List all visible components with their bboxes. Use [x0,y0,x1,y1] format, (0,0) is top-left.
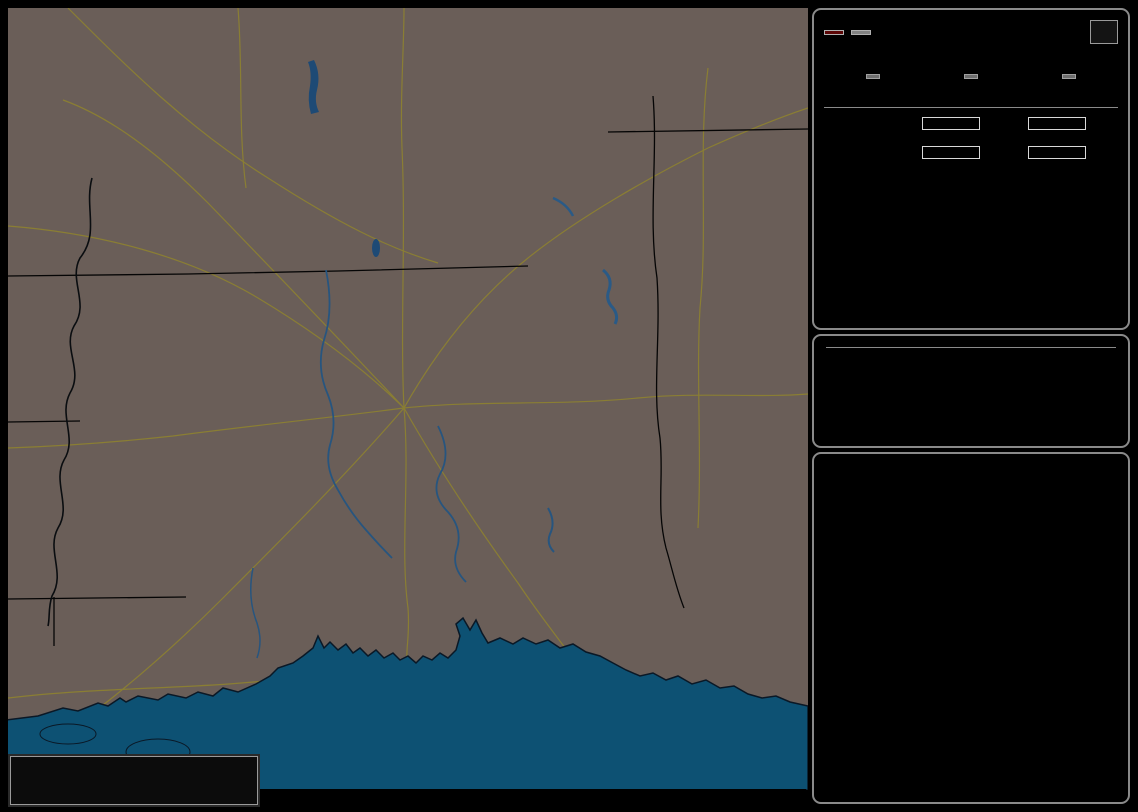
cg-neg-bar [1028,117,1086,130]
clock-panel [812,334,1130,448]
bearing-display [1090,20,1118,44]
distribution-title [824,104,1118,108]
noises-column [1020,66,1118,88]
strikes-per-min-button[interactable] [866,74,880,79]
map-legend [10,756,258,805]
app-window: { "header": { "strike_label": "STRIKE", … [0,0,1138,812]
counters-panel [812,8,1130,330]
stats-panel [812,452,1130,804]
noise-button[interactable] [851,29,871,35]
intracloud-row [824,146,1118,159]
cg-pos-bar [922,117,980,130]
noises-per-min-button[interactable] [1062,74,1076,79]
close-column [922,66,1020,88]
strikes-column [824,66,922,88]
strike-button[interactable] [824,29,844,35]
cloud-ground-row [824,117,1118,130]
ic-pos-bar [922,146,980,159]
ic-neg-bar [1028,146,1086,159]
close-per-min-button[interactable] [964,74,978,79]
datetime-display [826,344,1116,348]
trend-graph [816,550,1126,800]
map-graphics [8,8,808,790]
map-canvas[interactable] [8,8,808,790]
